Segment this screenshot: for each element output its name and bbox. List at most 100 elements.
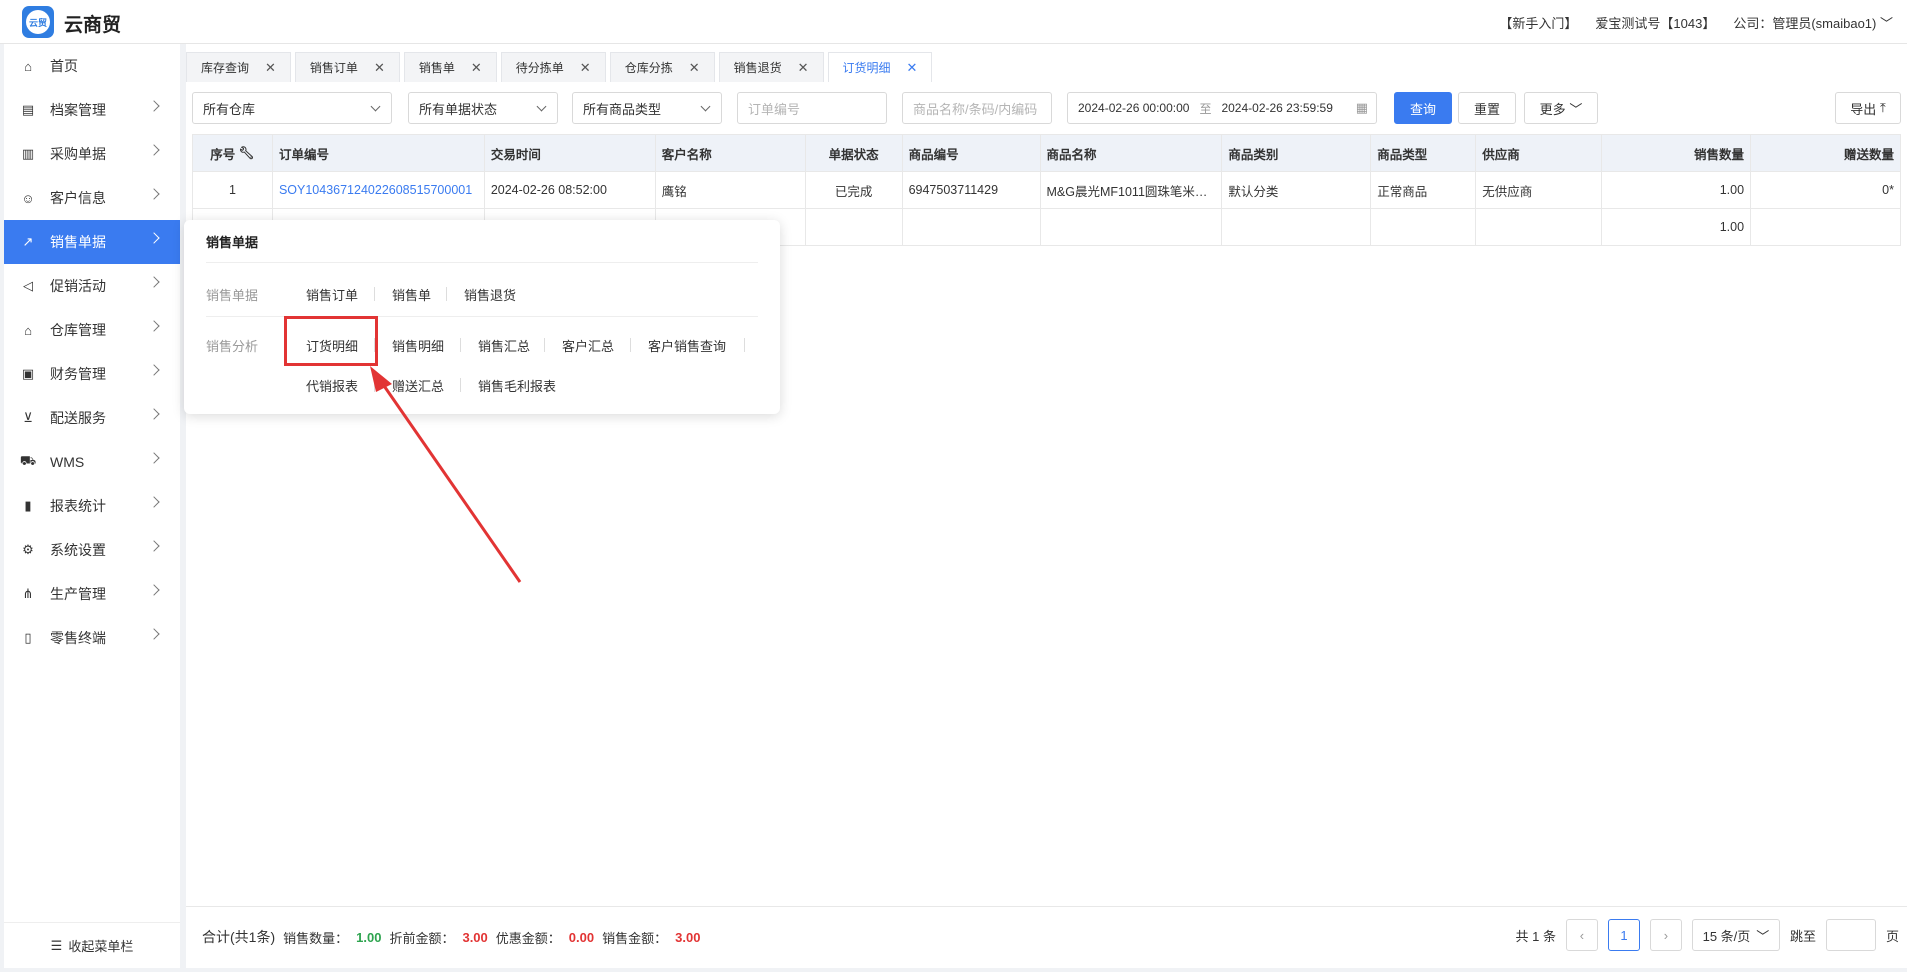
query-button[interactable]: 查询 (1394, 92, 1452, 124)
divider (446, 287, 447, 301)
header-sales-qty: 销售数量 (1602, 135, 1752, 172)
close-icon[interactable]: ✕ (374, 60, 385, 76)
table-row[interactable]: 1 SOY104367124022608515700001 2024-02-26… (193, 172, 1901, 209)
sales-submenu-popup: 销售单据 销售单据 销售订单 销售单 销售退货 销售分析 订货明细 销售明细 销… (184, 220, 780, 414)
popup-link-gift-summary[interactable]: 赠送汇总 (392, 376, 444, 395)
sidebar-item-production[interactable]: ⋔ 生产管理 (4, 572, 180, 616)
more-button[interactable]: 更多 ﹀ (1524, 92, 1598, 124)
sidebar-item-warehouse[interactable]: ⌂ 仓库管理 (4, 308, 180, 352)
account-label: 爱宝测试号【1043】 (1595, 16, 1716, 31)
popup-link-customer-summary[interactable]: 客户汇总 (562, 336, 614, 355)
tab-label: 销售订单 (309, 61, 358, 75)
chevron-right-icon: › (1663, 927, 1669, 943)
app-logo[interactable]: 云贸 (22, 6, 54, 38)
popup-group-label-documents: 销售单据 (206, 288, 259, 303)
next-page-button[interactable]: › (1649, 919, 1682, 951)
sidebar-item-archive[interactable]: ▤ 档案管理 (4, 88, 180, 132)
megaphone-icon: ◁ (23, 278, 33, 293)
order-no-input[interactable]: 订单编号 (737, 92, 887, 124)
popup-link-sales-detail[interactable]: 销售明细 (392, 336, 444, 355)
sidebar-item-promotion[interactable]: ◁ 促销活动 (4, 264, 180, 308)
jump-page-input[interactable] (1825, 919, 1876, 951)
product-type-select[interactable]: 所有商品类型 (572, 92, 722, 124)
sidebar-item-sales[interactable]: ↗ 销售单据 (4, 220, 180, 264)
divider (544, 338, 545, 352)
more-label: 更多 (1539, 101, 1566, 117)
warehouse-select[interactable]: 所有仓库 (192, 92, 392, 124)
cell-customer: 鹰铭 (655, 172, 806, 209)
popup-link-sales-bill[interactable]: 销售单 (392, 285, 431, 304)
tab-warehouse-pick[interactable]: 仓库分拣 ✕ (609, 52, 715, 82)
sidebar-item-label: 报表统计 (50, 498, 106, 514)
qty-value: 1.00 (356, 929, 382, 945)
report-icon: ▮ (24, 498, 32, 513)
popup-link-customer-sales-query[interactable]: 客户销售查询 (648, 336, 726, 355)
tab-sales-return[interactable]: 销售退货 ✕ (718, 52, 824, 82)
cell-order-no-link[interactable]: SOY104367124022608515700001 (272, 172, 485, 209)
chevron-right-icon (148, 628, 160, 640)
cell-status: 已完成 (805, 172, 903, 209)
sidebar-item-label: 客户信息 (50, 190, 106, 206)
top-bar: 云贸 云商贸 【新手入门】 爱宝测试号【1043】 公司：管理员(smaibao… (0, 0, 1907, 44)
product-search-input[interactable]: 商品名称/条码/内编码 (902, 92, 1052, 124)
sidebar-item-report[interactable]: ▮ 报表统计 (4, 484, 180, 528)
total-cell (1371, 209, 1477, 246)
reset-button[interactable]: 重置 (1458, 92, 1516, 124)
prev-page-button[interactable]: ‹ (1565, 919, 1598, 951)
tab-sales-bill[interactable]: 销售单 ✕ (403, 52, 497, 82)
close-icon[interactable]: ✕ (471, 60, 482, 76)
tab-pending-pick[interactable]: 待分拣单 ✕ (500, 52, 606, 82)
chevron-right-icon (148, 408, 160, 420)
close-icon[interactable]: ✕ (907, 60, 918, 76)
popup-link-sales-return[interactable]: 销售退货 (464, 285, 516, 304)
tab-sales-order[interactable]: 销售订单 ✕ (294, 52, 400, 82)
date-range-picker[interactable]: 2024-02-26 00:00:00 至 2024-02-26 23:59:5… (1067, 92, 1377, 124)
close-icon[interactable]: ✕ (689, 60, 700, 76)
company-user-menu[interactable]: 公司：管理员(smaibao1) ﹀ (1733, 13, 1893, 32)
export-button[interactable]: 导出 ⤒ (1835, 92, 1901, 124)
pre-amount-label: 折前金额： (389, 930, 455, 946)
chevron-right-icon (148, 496, 160, 508)
tab-order-detail[interactable]: 订货明细 ✕ (827, 52, 933, 82)
sidebar-item-label: 生产管理 (50, 586, 106, 602)
chart-icon: ↗ (22, 234, 34, 249)
page-number-button[interactable]: 1 (1607, 919, 1640, 951)
header-product-type: 商品类型 (1371, 135, 1477, 172)
tab-label: 待分拣单 (515, 61, 564, 75)
header-product-code: 商品编号 (902, 135, 1041, 172)
sidebar-item-finance[interactable]: ▣ 财务管理 (4, 352, 180, 396)
sidebar-item-purchase[interactable]: ▥ 采购单据 (4, 132, 180, 176)
sidebar-item-customer[interactable]: ☺ 客户信息 (4, 176, 180, 220)
popup-link-sales-summary[interactable]: 销售汇总 (478, 336, 530, 355)
popup-link-gross-profit-report[interactable]: 销售毛利报表 (478, 376, 556, 395)
collapse-menu-button[interactable]: ☰ 收起菜单栏 (4, 922, 180, 968)
status-select[interactable]: 所有单据状态 (408, 92, 558, 124)
guide-link[interactable]: 【新手入门】 (1499, 13, 1577, 32)
sidebar-item-delivery[interactable]: ⊻ 配送服务 (4, 396, 180, 440)
sidebar-item-home[interactable]: ⌂ 首页 (4, 44, 180, 88)
sidebar-item-wms[interactable]: ⛟ WMS (4, 440, 180, 484)
sidebar-item-retail[interactable]: ▯ 零售终端 (4, 616, 180, 660)
date-from: 2024-02-26 00:00:00 (1078, 101, 1190, 115)
popup-link-consignment-report[interactable]: 代销报表 (306, 376, 358, 395)
divider (744, 338, 745, 352)
close-icon[interactable]: ✕ (798, 60, 809, 76)
sidebar-item-settings[interactable]: ⚙ 系统设置 (4, 528, 180, 572)
tab-inventory-query[interactable]: 库存查询 ✕ (186, 52, 291, 82)
wrench-icon[interactable]: 🔧︎ (239, 146, 255, 161)
chevron-left-icon: ‹ (1579, 927, 1585, 943)
chevron-right-icon (148, 276, 160, 288)
popup-link-sales-order[interactable]: 销售订单 (306, 285, 358, 304)
product-search-placeholder: 商品名称/条码/内编码 (913, 101, 1038, 117)
page-size-select[interactable]: 15 条/页 ﹀ (1691, 919, 1780, 951)
chevron-down-icon: ﹀ (1569, 101, 1583, 117)
chevron-right-icon (148, 540, 160, 552)
collapse-label: 收起菜单栏 (68, 939, 134, 954)
header-order-no: 订单编号 (272, 135, 485, 172)
header-index: 序号 🔧︎ (193, 135, 273, 172)
sidebar: ⌂ 首页 ▤ 档案管理 ▥ 采购单据 ☺ 客户信息 ↗ 销售单据 ◁ 促销活动 ⌂ 仓库管理 … (4, 44, 180, 968)
close-icon[interactable]: ✕ (580, 60, 591, 76)
chevron-down-icon (370, 101, 381, 112)
tab-label: 销售单 (418, 61, 455, 75)
close-icon[interactable]: ✕ (265, 60, 276, 76)
